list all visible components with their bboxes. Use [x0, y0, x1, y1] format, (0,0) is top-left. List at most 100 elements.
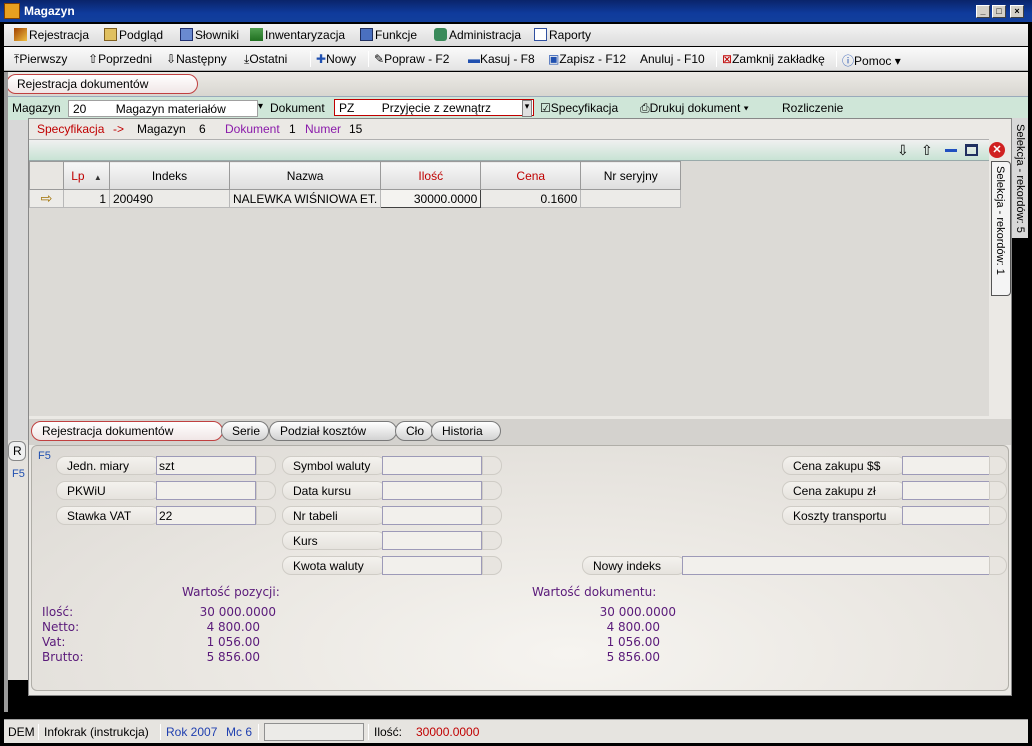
- tab-rejestracja[interactable]: Rejestracja dokumentów: [31, 421, 223, 441]
- minimize-button[interactable]: _: [976, 5, 990, 18]
- cena-zl-input[interactable]: [902, 481, 992, 500]
- kurs-input[interactable]: [382, 531, 482, 550]
- tab-historia[interactable]: Historia: [431, 421, 501, 441]
- cell-cena[interactable]: 0.1600: [480, 189, 582, 208]
- status-separator: [38, 724, 39, 740]
- tab-podzial-kosztow[interactable]: Podział kosztów: [269, 421, 397, 441]
- cell-nazwa[interactable]: NALEWKA WIŚNIOWA ET.: [228, 189, 382, 208]
- selection-tab[interactable]: Selekcja - rekordów: 1: [991, 161, 1011, 296]
- column-header-indeks[interactable]: Indeks: [109, 161, 230, 190]
- data-kursu-input[interactable]: [382, 481, 482, 500]
- print-button[interactable]: ⎙Drukuj dokument ▾: [640, 101, 749, 116]
- symbol-waluty-input[interactable]: [382, 456, 482, 475]
- tab-clo[interactable]: Cło: [395, 421, 433, 441]
- new-button[interactable]: ✚Nowy: [316, 52, 356, 66]
- status-company: Infokrak (instrukcja): [44, 725, 149, 739]
- cena-usd-input[interactable]: [902, 456, 992, 475]
- arrow-down-icon[interactable]: ⇩: [897, 142, 909, 159]
- field-cap: [989, 506, 1007, 525]
- background-f5-label: F5: [12, 468, 25, 480]
- close-window-button[interactable]: ×: [1010, 5, 1024, 18]
- background-tab[interactable]: R: [8, 441, 26, 461]
- kurs-label: Kurs: [282, 531, 386, 550]
- report-icon: [534, 28, 547, 41]
- help-button[interactable]: ⓘPomoc ▾: [842, 52, 901, 69]
- spec-button[interactable]: ☑Specyfikacja: [540, 101, 618, 115]
- settle-button[interactable]: Rozliczenie: [782, 101, 843, 115]
- field-cap: [482, 481, 502, 500]
- minus-icon: ▬: [468, 52, 480, 66]
- summary-label-netto: Netto:: [42, 620, 80, 634]
- menu-rejestracja[interactable]: Rejestracja: [14, 28, 89, 42]
- pos-vat-value: 1 056.00: [206, 635, 260, 649]
- document-value-title: Wartość dokumentu:: [532, 585, 657, 599]
- spec-icon: ☑: [540, 101, 551, 115]
- minimize-icon[interactable]: [945, 149, 957, 152]
- kwota-waluty-input[interactable]: [382, 556, 482, 575]
- nr-tabeli-input[interactable]: [382, 506, 482, 525]
- koszty-transportu-label: Koszty transportu: [782, 506, 906, 525]
- menu-podglad[interactable]: Podgląd: [104, 28, 163, 42]
- menu-raporty[interactable]: Raporty: [534, 28, 591, 42]
- menu-inwentaryzacja[interactable]: Inwentaryzacja: [250, 28, 345, 42]
- summary-label-brutto: Brutto:: [42, 650, 84, 664]
- status-dem: DEM: [8, 725, 35, 739]
- outer-selection-tab[interactable]: Selekcja - rekordów: 5: [1012, 118, 1028, 238]
- field-cap: [482, 556, 502, 575]
- close-tab-button[interactable]: ⊠Zamknij zakładkę: [722, 52, 825, 66]
- book-icon: [180, 28, 193, 41]
- save-button[interactable]: ▣Zapisz - F12: [548, 52, 626, 66]
- column-header-ilosc[interactable]: Ilość: [380, 161, 482, 190]
- koszty-transportu-input[interactable]: [902, 506, 992, 525]
- column-header-nazwa[interactable]: Nazwa: [228, 161, 382, 190]
- document-bar: Magazyn 20 Magazyn materiałów ▾ Dokument…: [4, 96, 1028, 120]
- arrow-up-icon: ⇧: [88, 52, 99, 66]
- doc-ilosc-value: 30 000.0000: [599, 605, 676, 619]
- toolbar-separator: [716, 51, 717, 67]
- chevron-down-icon[interactable]: ▾: [522, 100, 532, 117]
- table-row[interactable]: ⇨ 1 200490 NALEWKA WIŚNIOWA ET. 30000.00…: [29, 189, 682, 208]
- menu-slowniki[interactable]: Słowniki: [180, 28, 239, 42]
- position-value-title: Wartość pozycji:: [182, 585, 280, 599]
- vat-input[interactable]: 22: [156, 506, 256, 525]
- column-header-nr-seryjny[interactable]: Nr seryjny: [580, 161, 682, 190]
- cell-nr-seryjny[interactable]: [580, 189, 682, 208]
- menu-administracja[interactable]: Administracja: [434, 28, 521, 42]
- sort-asc-icon: ▲: [93, 172, 102, 182]
- menu-bar: Rejestracja Podgląd Słowniki Inwentaryza…: [4, 24, 1028, 46]
- tools-icon: [434, 28, 447, 41]
- nowy-indeks-input[interactable]: [682, 556, 992, 575]
- breadcrumb-dokument-no: 1: [289, 122, 296, 136]
- edit-button[interactable]: ✎Popraw - F2: [374, 52, 449, 66]
- arrow-down-icon: ⇩: [166, 52, 177, 66]
- maximize-icon[interactable]: [965, 144, 978, 156]
- field-cap: [482, 456, 502, 475]
- tab-rejestracja-dokumentow[interactable]: Rejestracja dokumentów: [6, 74, 198, 94]
- grid-toolbar: ⇩ ⇧ ✕: [29, 139, 1005, 161]
- first-button[interactable]: ⤒Pierwszy: [14, 52, 67, 67]
- cell-lp[interactable]: 1: [63, 189, 110, 208]
- jedn-input[interactable]: szt: [156, 456, 256, 475]
- magazyn-select[interactable]: 20 Magazyn materiałów: [68, 100, 258, 117]
- cancel-button[interactable]: Anuluj - F10: [640, 52, 705, 66]
- maximize-button[interactable]: □: [992, 5, 1006, 18]
- last-button[interactable]: ⤓Ostatni: [244, 52, 287, 67]
- cell-ilosc[interactable]: 30000.0000: [380, 189, 482, 208]
- delete-button[interactable]: ▬Kasuj - F8: [468, 52, 535, 66]
- dokument-select[interactable]: PZ Przyjęcie z zewnątrz: [334, 99, 534, 116]
- close-icon[interactable]: ✕: [989, 142, 1005, 158]
- arrow-up-icon[interactable]: ⇧: [921, 142, 933, 159]
- cell-indeks[interactable]: 200490: [109, 189, 230, 208]
- prev-button[interactable]: ⇧Poprzedni: [88, 52, 152, 66]
- column-header-cena[interactable]: Cena: [480, 161, 582, 190]
- pkwiu-input[interactable]: [156, 481, 256, 500]
- column-header-lp[interactable]: Lp ▲: [63, 161, 110, 190]
- field-cap: [989, 556, 1007, 575]
- menu-funkcje[interactable]: Funkcje: [360, 28, 417, 42]
- status-separator: [368, 724, 369, 740]
- summary-label-ilosc: Ilość:: [42, 605, 74, 619]
- toolbar-separator: [836, 51, 837, 67]
- chevron-down-icon[interactable]: ▾: [258, 101, 263, 112]
- next-button[interactable]: ⇩Następny: [166, 52, 227, 66]
- tab-serie[interactable]: Serie: [221, 421, 269, 441]
